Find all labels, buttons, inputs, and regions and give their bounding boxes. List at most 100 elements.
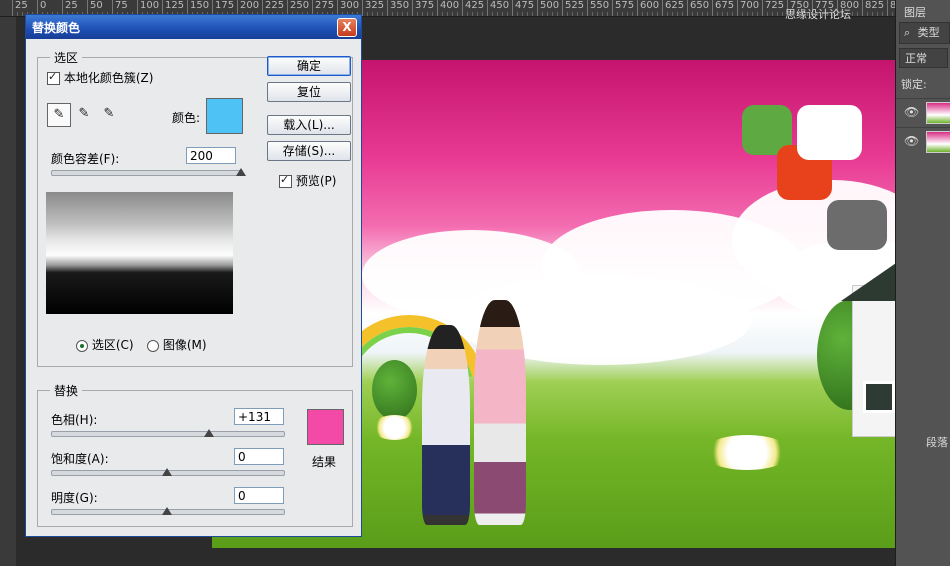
ruler-tick bbox=[687, 0, 688, 16]
blend-mode-dropdown[interactable]: 正常 bbox=[899, 48, 948, 68]
ruler-tick bbox=[512, 0, 513, 16]
ruler-tick bbox=[762, 0, 763, 16]
layer-filter-dropdown[interactable]: ⌕ 类型 bbox=[899, 22, 950, 44]
ruler-minor-tick bbox=[522, 12, 523, 16]
eyedropper-subtract-icon[interactable]: ✎ bbox=[98, 103, 120, 125]
ruler-minor-tick bbox=[757, 12, 758, 16]
radio-selection-label: 选区(C) bbox=[91, 338, 134, 352]
ruler-minor-tick bbox=[497, 12, 498, 16]
ruler-minor-tick bbox=[467, 12, 468, 16]
lightness-input[interactable]: 0 bbox=[234, 487, 284, 504]
localized-clusters-checkbox[interactable]: 本地化颜色簇(Z) bbox=[47, 69, 153, 86]
ruler-tick-label: 625 bbox=[665, 0, 685, 11]
result-label: 结果 bbox=[312, 455, 337, 469]
ruler-tick bbox=[662, 0, 663, 16]
ruler-minor-tick bbox=[852, 12, 853, 16]
layer-row[interactable]: 👁 bbox=[896, 127, 950, 156]
ruler-tick-label: 525 bbox=[565, 0, 585, 11]
ruler-minor-tick bbox=[422, 12, 423, 16]
ruler-minor-tick bbox=[622, 12, 623, 16]
ruler-tick-label: 375 bbox=[415, 0, 435, 11]
eyedropper-icon[interactable]: ✎ bbox=[47, 103, 71, 127]
radio-image[interactable]: 图像(M) bbox=[147, 336, 207, 353]
hue-slider[interactable] bbox=[51, 431, 285, 437]
lightness-slider-thumb[interactable] bbox=[162, 507, 172, 515]
selection-group-legend: 选区 bbox=[54, 51, 79, 65]
close-button[interactable]: X bbox=[337, 18, 357, 37]
ruler-minor-tick bbox=[697, 12, 698, 16]
hue-slider-thumb[interactable] bbox=[204, 429, 215, 437]
ruler-minor-tick bbox=[692, 12, 693, 16]
ruler-minor-tick bbox=[777, 12, 778, 16]
ruler-tick bbox=[587, 0, 588, 16]
ok-button[interactable]: 确定 bbox=[267, 56, 351, 76]
layer-row[interactable]: 👁 bbox=[896, 98, 950, 127]
layer-thumbnail bbox=[926, 102, 950, 124]
ruler-tick-label: 225 bbox=[265, 0, 285, 11]
radio-selection[interactable]: 选区(C) bbox=[76, 336, 134, 353]
ruler-minor-tick bbox=[732, 12, 733, 16]
ruler-tick bbox=[737, 0, 738, 16]
ruler-minor-tick bbox=[482, 12, 483, 16]
ruler-minor-tick bbox=[367, 12, 368, 16]
result-color-swatch[interactable] bbox=[307, 409, 344, 445]
ruler-minor-tick bbox=[397, 12, 398, 16]
ruler-tick-label: 400 bbox=[440, 0, 460, 11]
search-icon: ⌕ bbox=[904, 26, 911, 39]
ruler-tick-label: 100 bbox=[140, 0, 160, 11]
ruler-minor-tick bbox=[477, 12, 478, 16]
dialog-titlebar[interactable]: 替换颜色 X bbox=[26, 15, 361, 39]
localized-clusters-label: 本地化颜色簇(Z) bbox=[63, 71, 154, 85]
ruler-minor-tick bbox=[452, 12, 453, 16]
selection-color-swatch[interactable] bbox=[206, 98, 243, 134]
tolerance-input[interactable]: 200 bbox=[186, 147, 236, 164]
ruler-minor-tick bbox=[402, 12, 403, 16]
tolerance-slider[interactable] bbox=[51, 170, 243, 176]
ruler-minor-tick bbox=[772, 12, 773, 16]
ruler-minor-tick bbox=[597, 12, 598, 16]
hue-input[interactable]: +131 bbox=[234, 408, 284, 425]
vertical-ruler bbox=[0, 17, 16, 566]
saturation-slider-thumb[interactable] bbox=[162, 468, 172, 476]
tolerance-slider-thumb[interactable] bbox=[236, 168, 246, 176]
ruler-minor-tick bbox=[382, 12, 383, 16]
dialog-title: 替换颜色 bbox=[32, 21, 81, 35]
preview-checkbox[interactable]: 预览(P) bbox=[279, 172, 336, 189]
ruler-minor-tick bbox=[767, 12, 768, 16]
load-button[interactable]: 载入(L)... bbox=[267, 115, 351, 135]
ruler-tick bbox=[637, 0, 638, 16]
replace-group-legend: 替换 bbox=[54, 384, 79, 398]
radio-selection-dot[interactable] bbox=[76, 339, 88, 352]
ruler-minor-tick bbox=[857, 12, 858, 16]
tolerance-label: 颜色容差(F): bbox=[51, 152, 120, 166]
ruler-tick-label: 575 bbox=[615, 0, 635, 11]
ruler-tick bbox=[712, 0, 713, 16]
ruler-minor-tick bbox=[672, 12, 673, 16]
ruler-tick-label: 425 bbox=[465, 0, 485, 11]
checkbox-box[interactable] bbox=[47, 70, 60, 85]
saturation-input[interactable]: 0 bbox=[234, 448, 284, 465]
ruler-minor-tick bbox=[507, 12, 508, 16]
replace-color-dialog: 替换颜色 X 选区 本地化颜色簇(Z) ✎ ✎ ✎ 颜色: 颜色容差(F): 2… bbox=[25, 14, 362, 537]
eye-icon[interactable]: 👁 bbox=[904, 105, 919, 119]
ruler-tick-label: 300 bbox=[340, 0, 360, 11]
ruler-minor-tick bbox=[577, 12, 578, 16]
ruler-tick bbox=[437, 0, 438, 16]
eyedropper-add-icon[interactable]: ✎ bbox=[73, 103, 95, 125]
ruler-minor-tick bbox=[542, 12, 543, 16]
ruler-minor-tick bbox=[392, 12, 393, 16]
ruler-tick-label: 50 bbox=[90, 0, 103, 11]
ruler-minor-tick bbox=[752, 12, 753, 16]
ruler-minor-tick bbox=[572, 12, 573, 16]
eye-icon[interactable]: 👁 bbox=[904, 134, 919, 148]
save-button[interactable]: 存储(S)... bbox=[267, 141, 351, 161]
ruler-minor-tick bbox=[407, 12, 408, 16]
layer-thumbnail bbox=[926, 131, 950, 153]
radio-image-dot[interactable] bbox=[147, 339, 159, 352]
ruler-tick-label: 475 bbox=[515, 0, 535, 11]
preview-checkbox-box[interactable] bbox=[279, 173, 292, 188]
reset-button[interactable]: 复位 bbox=[267, 82, 351, 102]
ruler-minor-tick bbox=[882, 12, 883, 16]
ruler-minor-tick bbox=[567, 12, 568, 16]
ruler-minor-tick bbox=[647, 12, 648, 16]
